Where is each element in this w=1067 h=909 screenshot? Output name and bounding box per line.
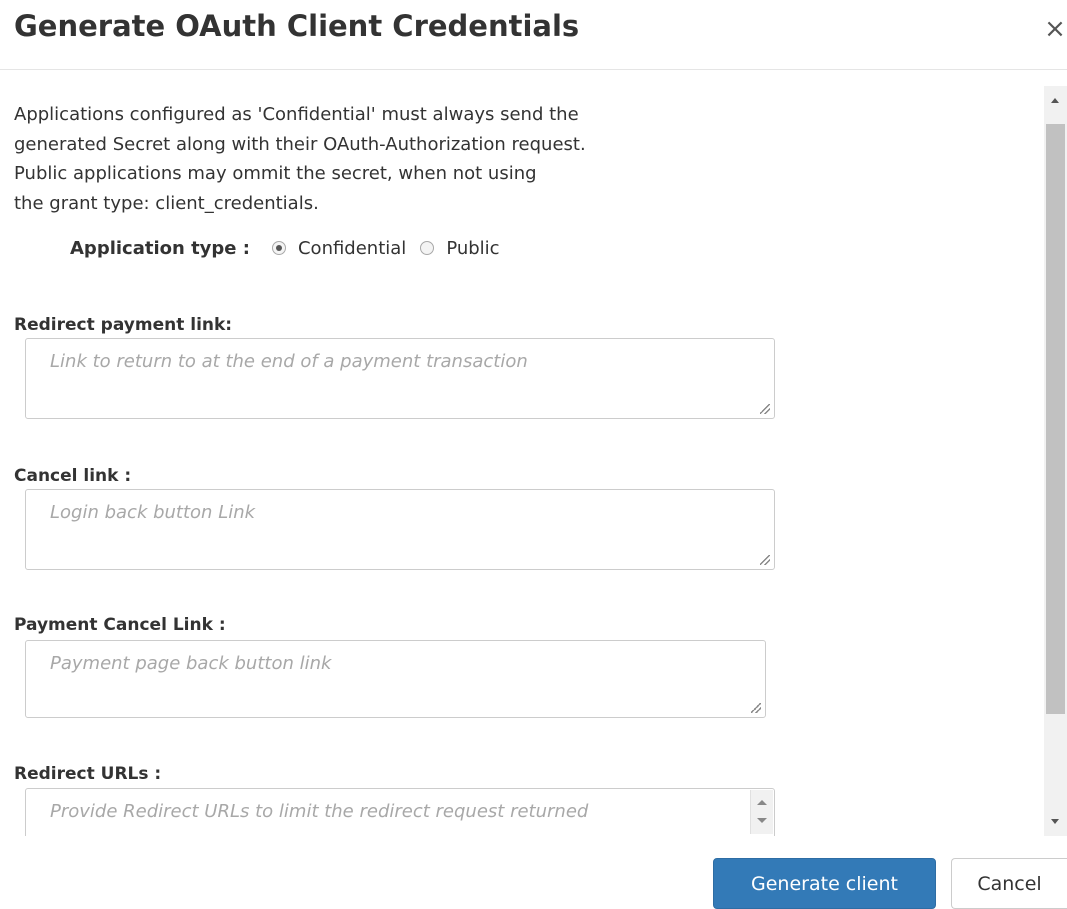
oauth-credentials-dialog: Generate OAuth Client Credentials × Appl… (0, 0, 1067, 909)
cancel-link-label: Cancel link : (14, 466, 132, 486)
intro-text: Applications configured as 'Confidential… (14, 100, 774, 218)
resize-grip-icon[interactable] (760, 404, 770, 414)
redirect-urls-label: Redirect URLs : (14, 764, 162, 784)
intro-line: generated Secret along with their OAuth-… (14, 133, 586, 155)
redirect-urls-placeholder: Provide Redirect URLs to limit the redir… (50, 801, 589, 822)
intro-line: Public applications may ommit the secret… (14, 163, 537, 184)
radio-confidential-label: Confidential (297, 237, 407, 259)
redirect-payment-link-input[interactable]: Link to return to at the end of a paymen… (25, 338, 775, 419)
redirect-urls-input[interactable]: Provide Redirect URLs to limit the redir… (25, 788, 775, 836)
scroll-down-arrow-icon[interactable] (1051, 819, 1059, 824)
resize-grip-icon[interactable] (760, 555, 770, 565)
scroll-down-arrow-icon[interactable] (757, 818, 767, 823)
scroll-up-arrow-icon[interactable] (757, 800, 767, 805)
dialog-scrollbar[interactable] (1044, 86, 1067, 836)
redirect-payment-link-label: Redirect payment link: (14, 315, 233, 335)
payment-cancel-link-input[interactable]: Payment page back button link (25, 640, 766, 718)
dialog-body: Applications configured as 'Confidential… (0, 70, 1044, 836)
application-type-group: Application type : Confidential Public (70, 233, 514, 263)
scrollbar-thumb[interactable] (1046, 124, 1065, 714)
cancel-button[interactable]: Cancel (951, 858, 1067, 909)
payment-cancel-link-label: Payment Cancel Link : (14, 615, 226, 635)
radio-public-label: Public (446, 237, 500, 259)
application-type-label: Application type : (70, 237, 250, 259)
radio-confidential[interactable]: Confidential (271, 237, 407, 259)
radio-unchecked-icon[interactable] (420, 241, 435, 255)
close-icon[interactable]: × (1043, 14, 1067, 44)
generate-client-button[interactable]: Generate client (713, 858, 936, 909)
resize-grip-icon[interactable] (751, 703, 761, 713)
intro-line: Applications configured as 'Confidential… (14, 104, 579, 125)
radio-public[interactable]: Public (420, 237, 500, 259)
cancel-link-placeholder: Login back button Link (50, 502, 256, 523)
textarea-scrollbar[interactable] (750, 790, 773, 834)
cancel-link-input[interactable]: Login back button Link (25, 489, 775, 570)
scroll-up-arrow-icon[interactable] (1051, 98, 1059, 103)
radio-checked-icon[interactable] (271, 241, 286, 255)
intro-line: the grant type: client_credentials. (14, 192, 319, 214)
payment-cancel-link-placeholder: Payment page back button link (50, 653, 332, 674)
redirect-payment-link-placeholder: Link to return to at the end of a paymen… (50, 351, 528, 372)
dialog-title: Generate OAuth Client Credentials (14, 9, 580, 43)
